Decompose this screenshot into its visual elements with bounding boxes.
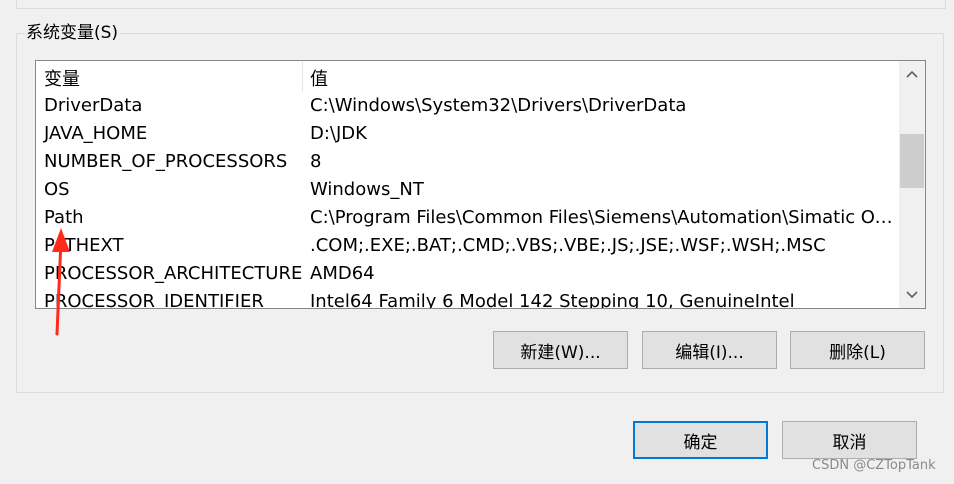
table-row[interactable]: NUMBER_OF_PROCESSORS 8 [36, 148, 899, 176]
table-row[interactable]: PATHEXT .COM;.EXE;.BAT;.CMD;.VBS;.VBE;.J… [36, 232, 899, 260]
variable-value: Windows_NT [310, 179, 424, 200]
scroll-thumb[interactable] [900, 134, 924, 188]
scroll-up-button[interactable] [899, 61, 925, 87]
table-row[interactable]: PROCESSOR_ARCHITECTURE AMD64 [36, 260, 899, 288]
column-divider[interactable] [302, 61, 303, 92]
watermark: CSDN @CZTopTank [812, 458, 936, 473]
list-rows: DriverData C:\Windows\System32\Drivers\D… [36, 92, 899, 309]
table-row[interactable]: PROCESSOR_IDENTIFIER Intel64 Family 6 Mo… [36, 288, 899, 309]
ok-button[interactable]: 确定 [633, 421, 768, 459]
variable-name: OS [44, 179, 70, 200]
system-variables-group-title: 系统变量(S) [24, 22, 121, 44]
scroll-down-button[interactable] [899, 282, 925, 308]
table-row-path[interactable]: Path C:\Program Files\Common Files\Sieme… [36, 204, 899, 232]
table-row[interactable]: OS Windows_NT [36, 176, 899, 204]
variable-value: Intel64 Family 6 Model 142 Stepping 10, … [310, 291, 795, 309]
variable-name: JAVA_HOME [44, 123, 148, 144]
edit-variable-button[interactable]: 编辑(I)... [642, 331, 777, 369]
variable-value: C:\Windows\System32\Drivers\DriverData [310, 95, 687, 116]
variable-name: PROCESSOR_ARCHITECTURE [44, 263, 303, 284]
column-header-value[interactable]: 值 [310, 65, 328, 91]
chevron-up-icon [906, 70, 918, 78]
list-header: 变量 值 [36, 61, 899, 92]
variable-value: C:\Program Files\Common Files\Siemens\Au… [310, 207, 895, 228]
vertical-scrollbar[interactable] [899, 61, 925, 308]
table-row[interactable]: JAVA_HOME D:\JDK [36, 120, 899, 148]
column-header-variable[interactable]: 变量 [44, 65, 80, 91]
chevron-down-icon [906, 291, 918, 299]
variable-name: PROCESSOR_IDENTIFIER [44, 291, 264, 309]
table-row[interactable]: DriverData C:\Windows\System32\Drivers\D… [36, 92, 899, 120]
variable-name: DriverData [44, 95, 143, 116]
cancel-button[interactable]: 取消 [782, 421, 917, 459]
delete-variable-button[interactable]: 删除(L) [790, 331, 925, 369]
new-variable-button[interactable]: 新建(W)... [493, 331, 628, 369]
variable-value: D:\JDK [310, 123, 367, 144]
variable-name: NUMBER_OF_PROCESSORS [44, 151, 288, 172]
user-variables-group-bottom-edge [16, 0, 946, 9]
variable-value: .COM;.EXE;.BAT;.CMD;.VBS;.VBE;.JS;.JSE;.… [310, 235, 826, 256]
system-variables-list[interactable]: 变量 值 DriverData C:\Windows\System32\Driv… [35, 60, 926, 309]
red-arrow-annotation [52, 228, 70, 336]
variable-value: AMD64 [310, 263, 375, 284]
variable-value: 8 [310, 151, 322, 172]
